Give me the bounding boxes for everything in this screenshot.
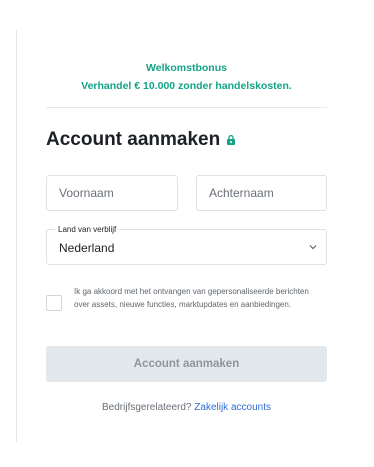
create-account-button[interactable]: Account aanmaken [46,346,327,382]
left-border-line [16,30,17,442]
first-name-input[interactable] [47,176,177,210]
chevron-down-icon [309,245,317,250]
business-account-prompt: Bedrijfsgerelateerd? Zakelijk accounts [46,402,327,413]
page-title: Account aanmaken [46,129,236,151]
business-question: Bedrijfsgerelateerd? [102,402,192,413]
country-select[interactable]: Land van verblijf Nederland [46,224,327,265]
last-name-input[interactable] [197,176,326,210]
divider [46,107,327,108]
country-value: Nederland [59,241,115,255]
last-name-field[interactable] [196,175,327,211]
consent-text: Ik ga akkoord met het ontvangen van gepe… [74,287,309,309]
lock-icon [226,135,236,145]
welcome-bonus-title: Welkomstbonus [146,62,227,74]
country-label: Land van verblijf [55,224,120,235]
welcome-bonus-text: Verhandel € 10.000 zonder handelskosten. [81,80,292,92]
first-name-field[interactable] [46,175,178,211]
business-accounts-link[interactable]: Zakelijk accounts [194,402,271,413]
page-title-text: Account aanmaken [46,129,221,150]
consent-checkbox[interactable] [46,295,62,311]
